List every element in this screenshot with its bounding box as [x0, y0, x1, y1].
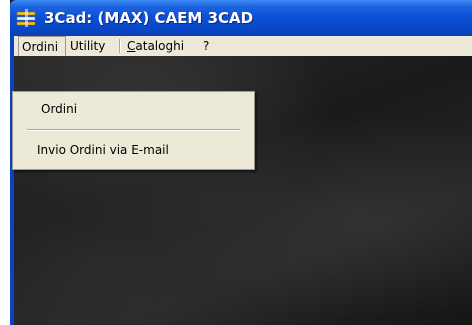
dropdown-separator — [27, 129, 240, 131]
menu-utility-label: Utility — [70, 39, 106, 53]
menu-cataloghi-label: ataloghi — [135, 39, 185, 53]
menu-bar: Ordini Utility Cataloghi ? — [14, 36, 472, 56]
menu-separator — [119, 39, 121, 53]
3cad-app-icon — [16, 9, 36, 27]
menu-item-invio-ordini-email[interactable]: Invio Ordini via E-mail — [13, 138, 254, 162]
title-bar[interactable]: 3Cad: (MAX) CAEM 3CAD — [10, 0, 472, 36]
menu-help-label: ? — [203, 39, 210, 53]
menu-item-invio-ordini-email-label: Invio Ordini via E-mail — [37, 143, 169, 157]
menu-ordini-label: Ordini — [22, 40, 59, 54]
menu-item-ordini-label: Ordini — [41, 102, 78, 116]
ordini-dropdown-menu: Ordini Invio Ordini via E-mail — [12, 91, 255, 170]
window-title: 3Cad: (MAX) CAEM 3CAD — [44, 9, 254, 27]
menu-cataloghi[interactable]: Cataloghi — [127, 36, 184, 56]
menu-ordini[interactable]: Ordini — [18, 36, 66, 56]
menu-help[interactable]: ? — [203, 36, 209, 56]
menu-item-ordini[interactable]: Ordini — [13, 97, 254, 121]
menu-utility[interactable]: Utility — [70, 36, 105, 56]
